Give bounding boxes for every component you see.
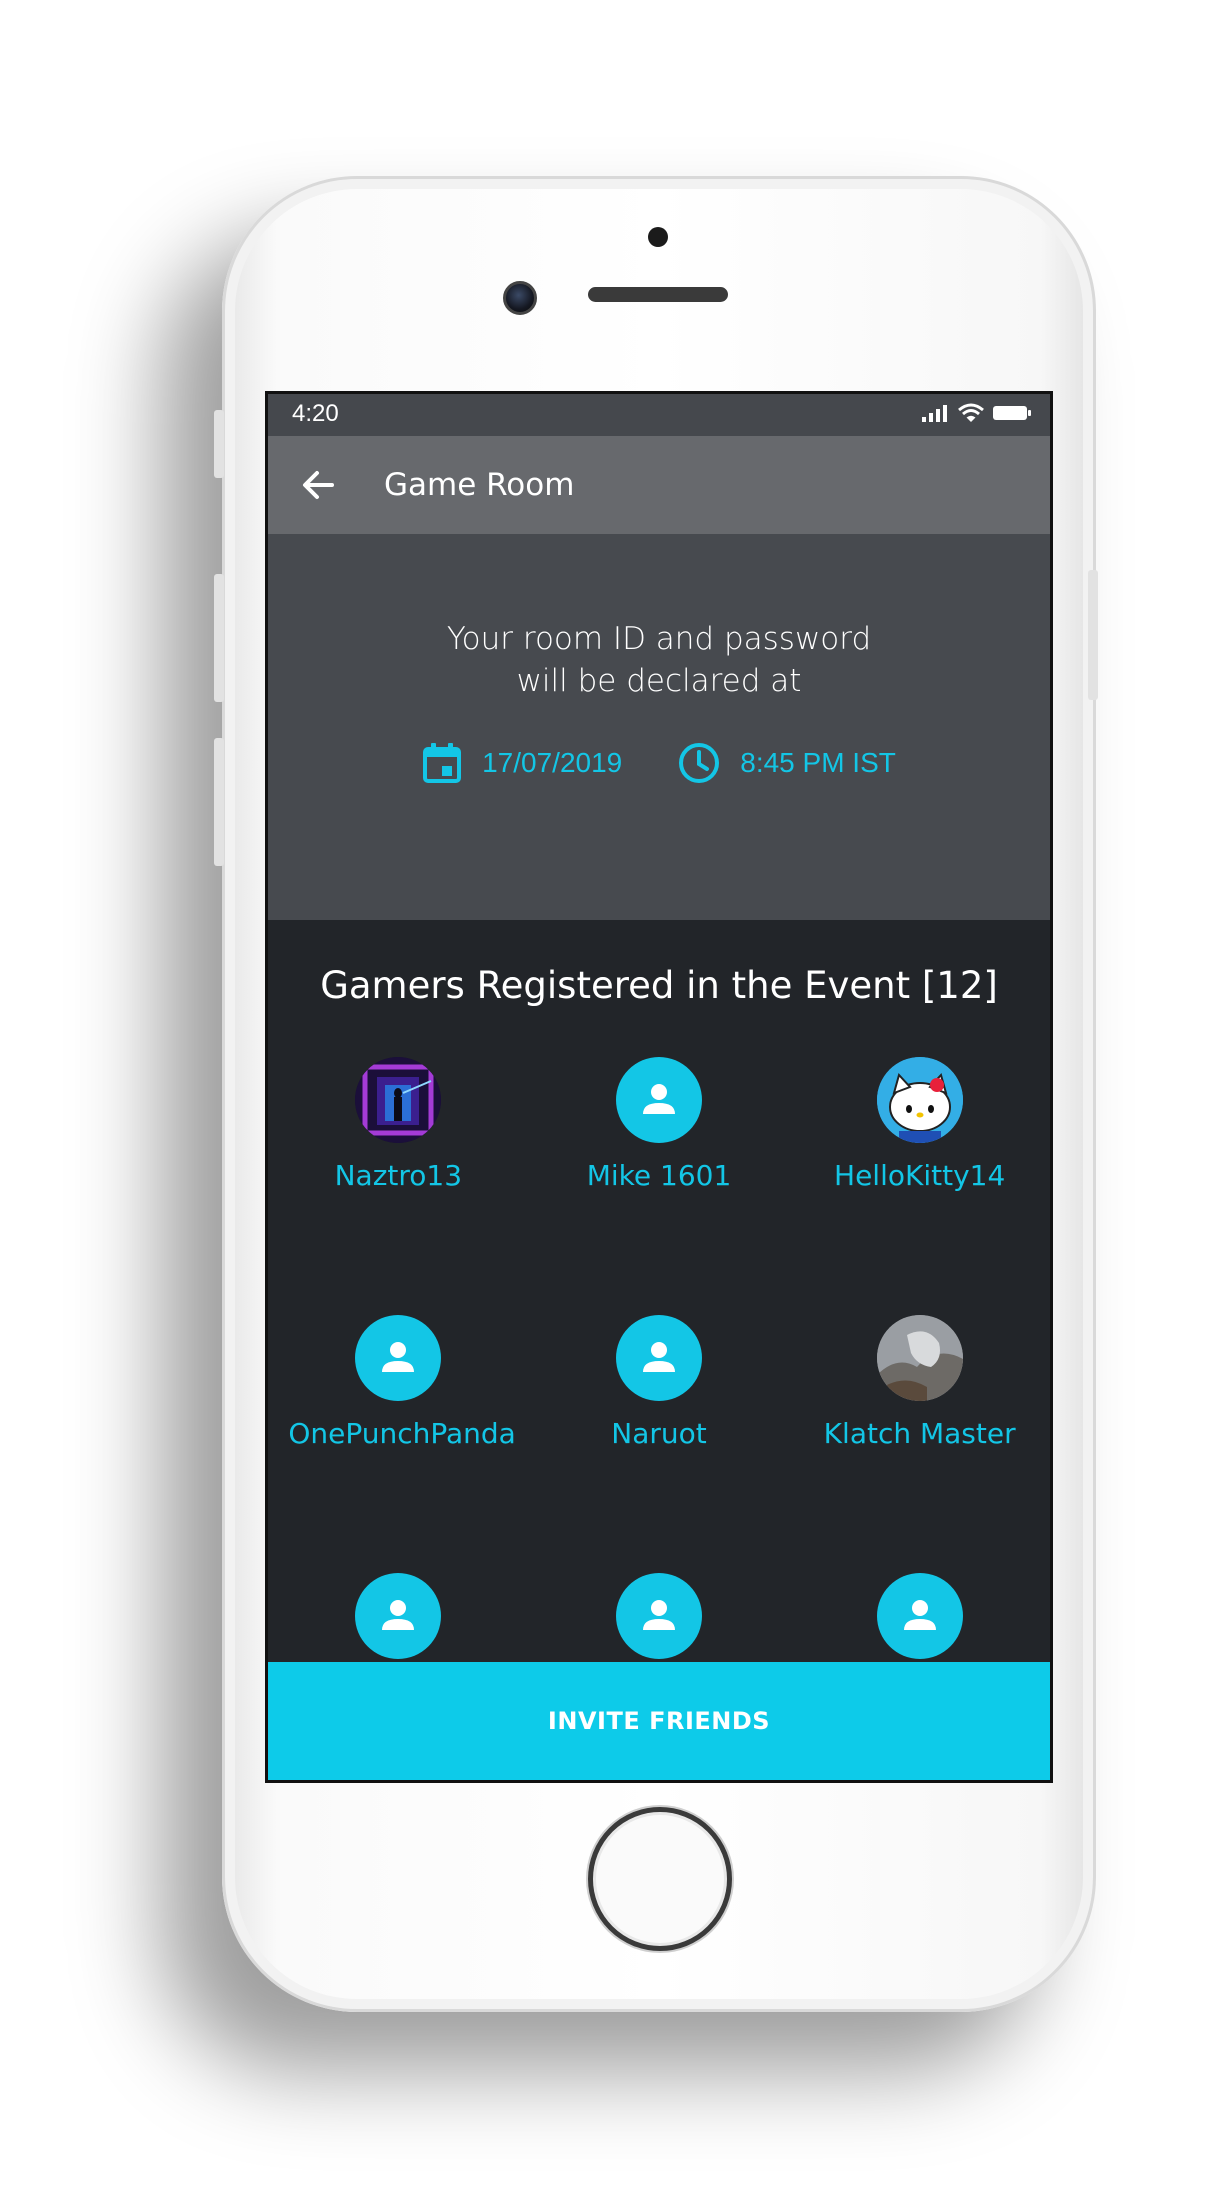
status-bar: 4:20 — [268, 394, 1050, 436]
user-placeholder-icon — [615, 1315, 702, 1401]
gamer-item[interactable]: HelloKitty14 — [789, 1057, 1050, 1315]
avatar — [876, 1315, 963, 1401]
room-info-text: Your room ID and password will be declar… — [268, 618, 1050, 702]
room-info-line-1: Your room ID and password — [446, 621, 872, 657]
schedule: 17/07/2019 8:45 PM IST — [268, 742, 1050, 784]
back-button[interactable] — [298, 465, 338, 505]
gamer-item[interactable]: Klatch Master — [789, 1315, 1050, 1573]
app-bar: Game Room — [268, 436, 1050, 534]
status-time: 4:20 — [292, 400, 339, 427]
volume-up-button — [214, 574, 224, 702]
battery-icon — [992, 404, 1032, 426]
gamer-item[interactable]: Mike 1601 — [529, 1057, 790, 1315]
user-placeholder-icon — [355, 1573, 442, 1659]
power-button — [1088, 570, 1098, 700]
signal-icon — [922, 404, 950, 426]
gamers-section: Gamers Registered in the Event [12] Nazt… — [268, 920, 1050, 1780]
gamer-name: OnePunchPanda — [288, 1417, 516, 1450]
room-info-panel: Your room ID and password will be declar… — [268, 534, 1050, 920]
home-button[interactable] — [588, 1807, 732, 1951]
gamer-name: Naruot — [611, 1417, 707, 1450]
clock-icon — [679, 743, 720, 783]
schedule-date: 17/07/2019 — [422, 742, 622, 784]
gamer-name: Mike 1601 — [586, 1159, 732, 1192]
invite-friends-button[interactable]: INVITE FRIENDS — [268, 1662, 1050, 1780]
calendar-icon — [423, 743, 462, 783]
room-info-line-2: will be declared at — [516, 663, 802, 699]
schedule-time-text: 8:45 PM IST — [740, 747, 896, 778]
schedule-date-text: 17/07/2019 — [482, 747, 623, 778]
avatar — [355, 1057, 442, 1143]
page-title: Game Room — [384, 467, 575, 503]
wifi-icon — [958, 403, 984, 427]
gamer-item[interactable]: OnePunchPanda — [268, 1315, 529, 1573]
user-placeholder-icon — [876, 1573, 963, 1659]
arrow-left-icon — [303, 471, 334, 499]
gamer-item[interactable]: Naztro13 — [268, 1057, 529, 1315]
front-camera — [503, 281, 537, 315]
proximity-sensor — [648, 227, 668, 247]
gamer-item[interactable]: Naruot — [529, 1315, 790, 1573]
volume-down-button — [214, 738, 224, 866]
earpiece-speaker — [588, 287, 728, 302]
gamer-name: HelloKitty14 — [834, 1159, 1006, 1192]
phone-screen: 4:20 Game Room Your room ID and password… — [265, 391, 1053, 1783]
gamer-name: Naztro13 — [334, 1159, 463, 1192]
user-placeholder-icon — [615, 1573, 702, 1659]
user-placeholder-icon — [615, 1057, 702, 1143]
gamers-heading: Gamers Registered in the Event [12] — [320, 964, 998, 1007]
avatar — [876, 1057, 963, 1143]
schedule-time: 8:45 PM IST — [678, 742, 896, 784]
mute-switch — [214, 410, 224, 478]
status-icons — [922, 403, 1032, 427]
gamer-name: Klatch Master — [823, 1417, 1016, 1450]
user-placeholder-icon — [355, 1315, 442, 1401]
